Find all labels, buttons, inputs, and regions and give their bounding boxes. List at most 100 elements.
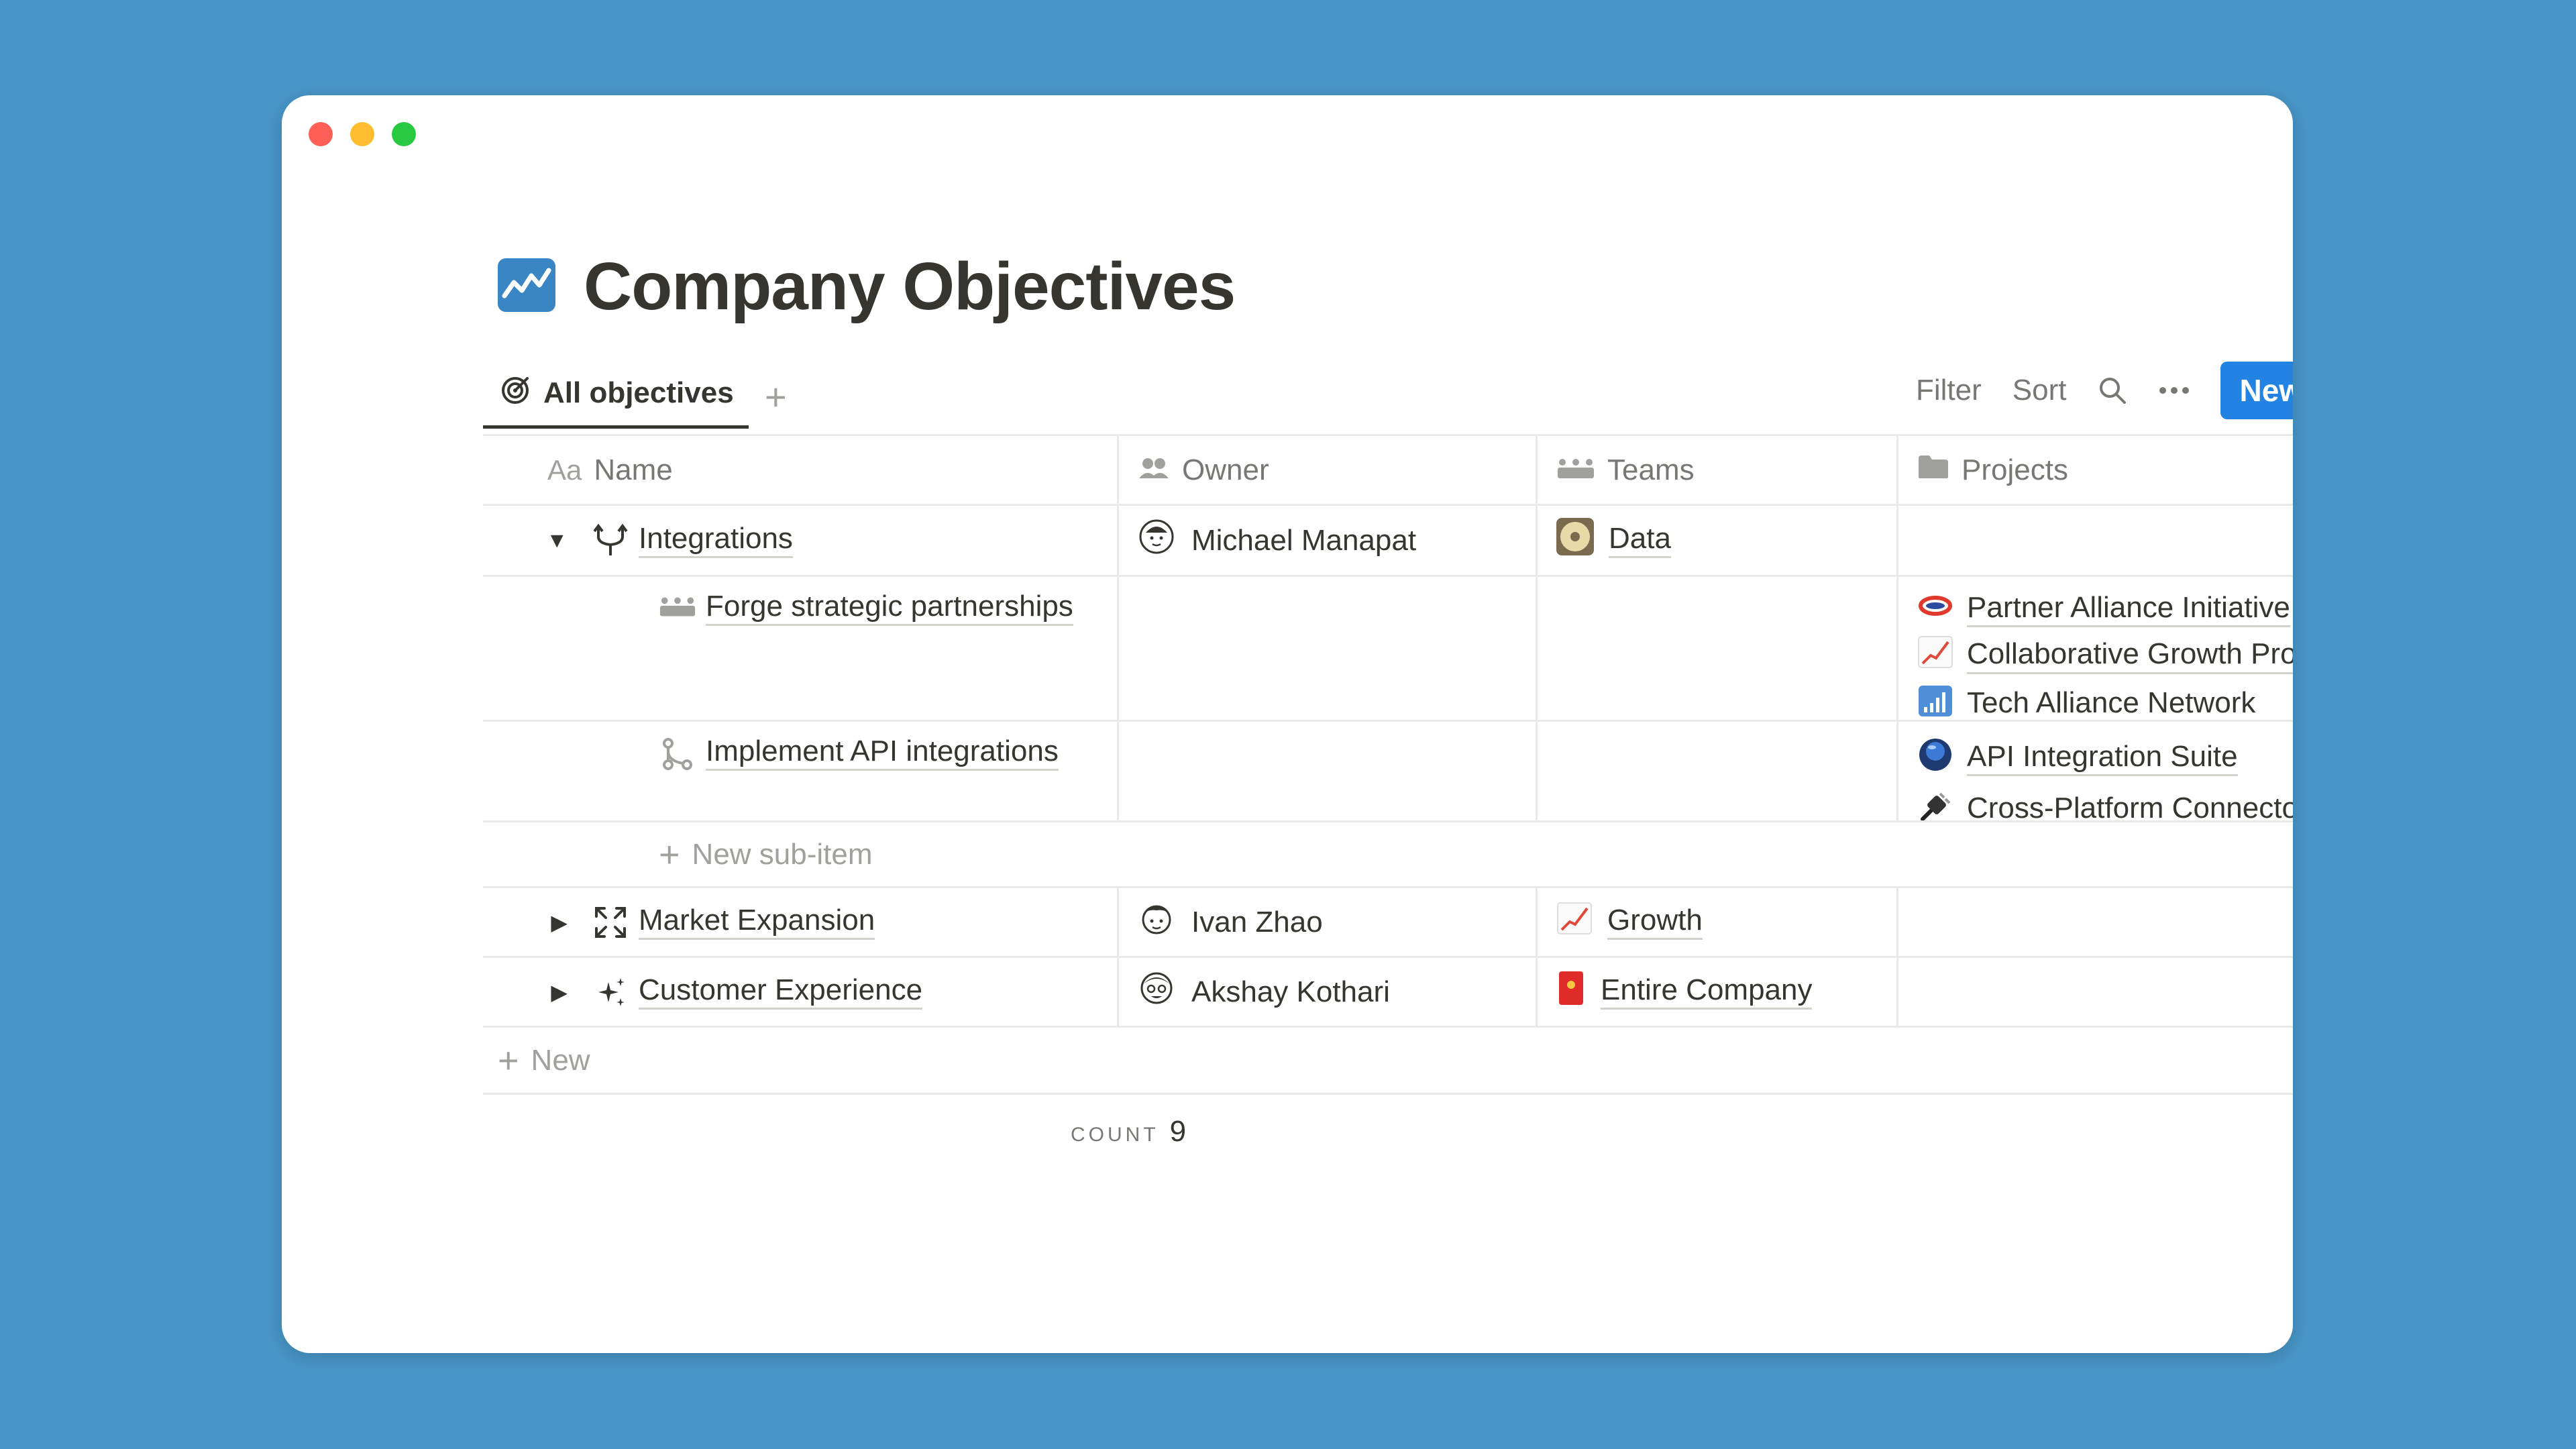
project-link[interactable]: Tech Alliance Network: [1917, 684, 2293, 720]
new-button-label[interactable]: New: [2220, 362, 2293, 419]
row-title[interactable]: Integrations: [639, 522, 793, 559]
team-name[interactable]: Entire Company: [1601, 973, 1813, 1010]
owner-cell[interactable]: Ivan Zhao: [1119, 888, 1538, 956]
team-relation-icon: [659, 588, 696, 625]
column-header-label: Name: [594, 453, 673, 486]
name-cell[interactable]: Forge strategic partnerships: [483, 577, 1119, 720]
projects-cell[interactable]: [1898, 506, 2293, 575]
plus-icon: +: [659, 834, 680, 875]
owner-cell[interactable]: [1119, 722, 1538, 820]
new-row-label[interactable]: New: [531, 1044, 590, 1077]
page-title: Company Objectives: [584, 249, 1236, 324]
column-header-label: Teams: [1607, 453, 1695, 486]
page-header: Company Objectives: [498, 248, 1236, 325]
people-icon: [1138, 453, 1170, 487]
name-cell[interactable]: Implement API integrations: [483, 722, 1119, 820]
close-window-button[interactable]: [309, 122, 333, 146]
team-name[interactable]: Data: [1609, 522, 1671, 559]
table-row[interactable]: Implement API integrations API Integrati…: [483, 722, 2293, 822]
blue-orb-icon: [1917, 737, 1953, 780]
table-row[interactable]: ▶ Customer Experience Akshay Kothari Ent…: [483, 958, 2293, 1028]
subitem-title[interactable]: Forge strategic partnerships: [706, 590, 1073, 627]
merge-arrows-icon: [592, 522, 629, 559]
toggle-expanded-icon[interactable]: ▼: [530, 528, 584, 553]
row-title[interactable]: Customer Experience: [639, 973, 923, 1010]
chart-increasing-icon: [1917, 635, 1953, 676]
project-name[interactable]: Collaborative Growth Program: [1967, 637, 2293, 674]
new-button[interactable]: New: [2220, 362, 2293, 419]
toolbar: Filter Sort New: [1916, 362, 2293, 419]
table-row[interactable]: ▼ Integrations Michael Manapat Data: [483, 506, 2293, 577]
name-cell[interactable]: ▼ Integrations: [483, 506, 1119, 575]
name-cell[interactable]: ▶ Market Expansion: [483, 888, 1119, 956]
table-row[interactable]: ▶ Market Expansion Ivan Zhao Growth: [483, 888, 2293, 958]
team-relation-icon: [1556, 453, 1595, 487]
project-name[interactable]: Cross-Platform Connector: [1967, 792, 2293, 820]
add-view-button[interactable]: +: [765, 375, 787, 419]
owner-cell[interactable]: Akshay Kothari: [1119, 958, 1538, 1026]
team-cell[interactable]: Growth: [1538, 888, 1898, 956]
team-cell[interactable]: Entire Company: [1538, 958, 1898, 1026]
expand-arrows-icon: [592, 904, 629, 941]
new-row[interactable]: + New: [483, 1028, 2293, 1095]
search-icon[interactable]: [2097, 375, 2128, 406]
plug-icon: [1917, 788, 1953, 820]
project-link[interactable]: Partner Alliance Initiative: [1917, 591, 2293, 628]
tab-all-objectives[interactable]: All objectives: [483, 360, 749, 429]
name-cell[interactable]: ▶ Customer Experience: [483, 958, 1119, 1026]
owner-name: Ivan Zhao: [1191, 905, 1323, 938]
signal-bars-icon: [1917, 684, 1953, 720]
team-cell[interactable]: [1538, 577, 1898, 720]
column-header-label: Projects: [1962, 453, 2068, 486]
window-controls: [309, 122, 416, 146]
table-row[interactable]: Forge strategic partnerships Partner All…: [483, 577, 2293, 722]
team-name[interactable]: Growth: [1607, 904, 1703, 941]
chart-line-icon[interactable]: [498, 258, 555, 315]
projects-cell[interactable]: [1898, 888, 2293, 956]
column-header-teams[interactable]: Teams: [1538, 436, 1898, 504]
column-header-projects[interactable]: Projects: [1898, 436, 2293, 504]
projects-cell[interactable]: API Integration Suite Cross-Platform Con…: [1898, 722, 2293, 820]
owner-name: Michael Manapat: [1191, 523, 1417, 557]
projects-cell[interactable]: [1898, 958, 2293, 1026]
git-branch-icon: [659, 735, 696, 773]
text-type-icon: Aa: [547, 453, 582, 486]
avatar: [1139, 901, 1174, 943]
avatar: [1139, 519, 1174, 561]
owner-name: Akshay Kothari: [1191, 975, 1390, 1008]
project-name[interactable]: API Integration Suite: [1967, 740, 2238, 777]
toggle-collapsed-icon[interactable]: ▶: [530, 979, 584, 1005]
projects-cell[interactable]: Partner Alliance Initiative Collaborativ…: [1898, 577, 2293, 720]
project-name[interactable]: Tech Alliance Network: [1967, 686, 2255, 720]
table-header: Aa Name Owner Teams Projects: [483, 436, 2293, 506]
subitem-title[interactable]: Implement API integrations: [706, 735, 1059, 771]
filter-button[interactable]: Filter: [1916, 374, 1982, 407]
team-cell[interactable]: [1538, 722, 1898, 820]
disc-icon: [1556, 518, 1594, 563]
team-cell[interactable]: Data: [1538, 506, 1898, 575]
owner-cell[interactable]: Michael Manapat: [1119, 506, 1538, 575]
objectives-table: Aa Name Owner Teams Projects ▼ Integrati…: [483, 434, 2293, 1095]
maximize-window-button[interactable]: [392, 122, 416, 146]
toggle-collapsed-icon[interactable]: ▶: [530, 910, 584, 935]
app-window: Company Objectives All objectives + Filt…: [282, 95, 2293, 1353]
column-header-name[interactable]: Aa Name: [483, 436, 1119, 504]
project-link[interactable]: API Integration Suite: [1917, 737, 2293, 780]
count-label: COUNT: [1071, 1124, 1159, 1146]
sort-button[interactable]: Sort: [2012, 374, 2067, 407]
project-name[interactable]: Partner Alliance Initiative: [1967, 591, 2290, 628]
red-envelope-icon: [1556, 970, 1586, 1014]
new-subitem-row[interactable]: + New sub-item: [483, 822, 2293, 888]
folder-icon: [1917, 453, 1949, 487]
more-options-icon[interactable]: [2159, 386, 2190, 394]
count-summary[interactable]: COUNT 9: [1071, 1115, 1186, 1148]
minimize-window-button[interactable]: [350, 122, 374, 146]
new-subitem-label[interactable]: New sub-item: [692, 838, 873, 871]
tab-label: All objectives: [543, 376, 734, 409]
target-icon: [500, 373, 533, 413]
row-title[interactable]: Market Expansion: [639, 904, 875, 941]
project-link[interactable]: Collaborative Growth Program: [1917, 635, 2293, 676]
project-link[interactable]: Cross-Platform Connector: [1917, 788, 2293, 820]
owner-cell[interactable]: [1119, 577, 1538, 720]
column-header-owner[interactable]: Owner: [1119, 436, 1538, 504]
